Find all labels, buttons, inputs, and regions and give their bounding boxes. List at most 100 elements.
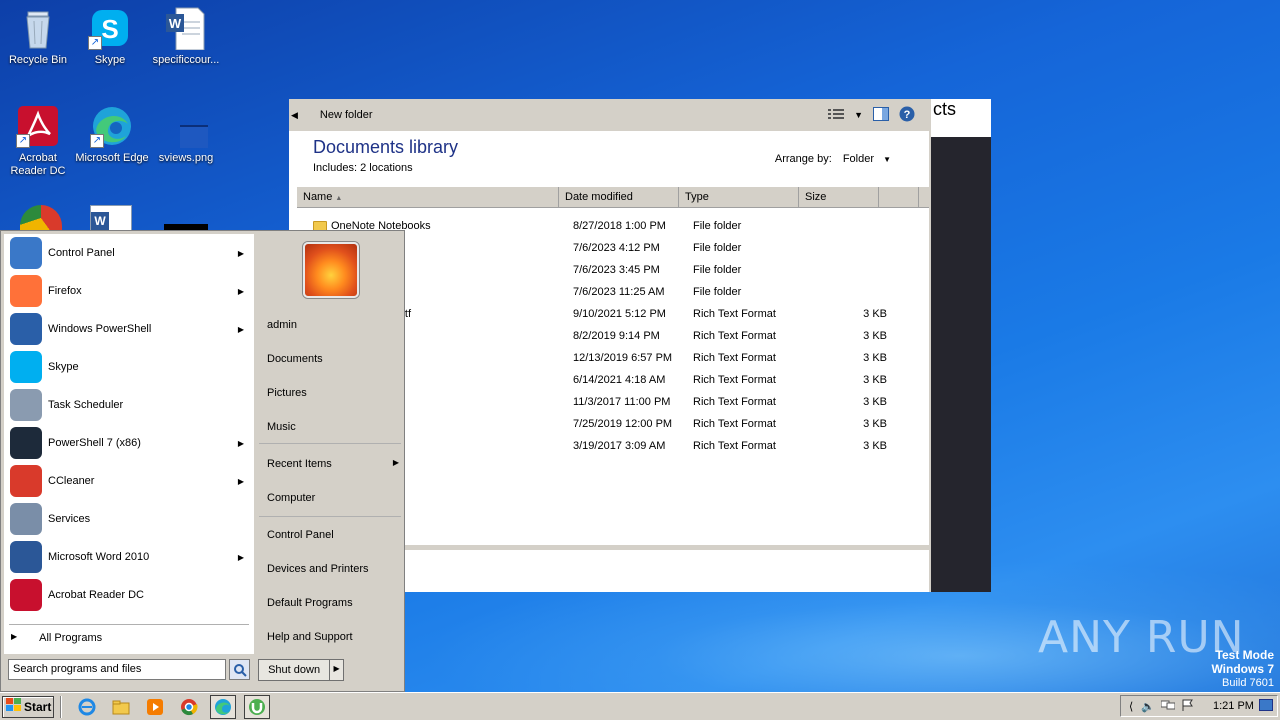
start-right-help[interactable]: Help and Support bbox=[267, 631, 353, 643]
start-program-item[interactable]: Services bbox=[4, 500, 254, 538]
chrome-desktop-icon[interactable] bbox=[20, 205, 62, 231]
column-header-type[interactable]: Type bbox=[679, 187, 799, 207]
edge-icon[interactable] bbox=[210, 694, 236, 719]
file-date: 7/6/2023 3:45 PM bbox=[573, 264, 660, 276]
submenu-arrow-icon: ▶ bbox=[237, 552, 244, 562]
column-header-date[interactable]: Date modified bbox=[559, 187, 679, 207]
show-desktop-icon[interactable] bbox=[1259, 698, 1273, 714]
desktop-icon-label: Skype bbox=[94, 54, 126, 66]
column-header-name[interactable]: Name ▲ bbox=[297, 187, 559, 207]
file-type: Rich Text Format bbox=[693, 352, 776, 364]
toolbar-overflow-arrow-icon[interactable]: ◀ bbox=[291, 110, 298, 121]
shutdown-label[interactable]: Shut down bbox=[259, 660, 331, 680]
start-search-input[interactable]: Search programs and files bbox=[8, 659, 226, 680]
file-size: 3 KB bbox=[863, 330, 887, 342]
start-right-computer[interactable]: Computer bbox=[267, 492, 315, 504]
desktop-icon-skype[interactable]: S ↗ Skype bbox=[72, 6, 148, 67]
start-program-item[interactable]: PowerShell 7 (x86) ▶ bbox=[4, 424, 254, 462]
desktop-icon-label: sviews.png bbox=[158, 152, 214, 164]
gear-icon bbox=[10, 503, 42, 535]
start-program-label: Windows PowerShell bbox=[48, 323, 152, 335]
start-right-devices[interactable]: Devices and Printers bbox=[267, 563, 369, 575]
chrome-icon[interactable] bbox=[176, 695, 202, 719]
volume-icon[interactable]: 🔈 bbox=[1141, 700, 1155, 713]
svg-text:W: W bbox=[169, 16, 182, 31]
column-header-size[interactable]: Size bbox=[799, 187, 879, 207]
start-program-item[interactable]: Firefox ▶ bbox=[4, 272, 254, 310]
start-right-control-panel[interactable]: Control Panel bbox=[267, 529, 334, 541]
skype-icon bbox=[10, 351, 42, 383]
svg-text:?: ? bbox=[904, 109, 911, 121]
desktop-icon-image-file[interactable]: sviews.png bbox=[148, 104, 226, 165]
view-dropdown-arrow-icon[interactable]: ▼ bbox=[854, 110, 863, 120]
desktop-icon-recycle-bin[interactable]: Recycle Bin bbox=[0, 6, 76, 67]
utorrent-icon[interactable] bbox=[244, 694, 270, 719]
library-includes-link[interactable]: Includes: 2 locations bbox=[313, 162, 458, 174]
start-program-label: Microsoft Word 2010 bbox=[48, 551, 150, 563]
watermark-line1: Test Mode bbox=[1215, 648, 1274, 662]
file-type: File folder bbox=[693, 264, 742, 276]
library-title: Documents library bbox=[313, 137, 459, 157]
system-tray: ⟨ 🔈 1:21 PM bbox=[1120, 695, 1278, 717]
preview-pane-icon[interactable] bbox=[873, 106, 889, 124]
media-player-icon[interactable] bbox=[142, 695, 168, 719]
start-right-pictures[interactable]: Pictures bbox=[267, 387, 307, 399]
word-icon: W bbox=[91, 212, 109, 230]
start-button[interactable]: Start bbox=[2, 695, 54, 718]
word-desktop-icon[interactable]: W bbox=[90, 205, 132, 231]
file-type: File folder bbox=[693, 286, 742, 298]
help-icon[interactable]: ? bbox=[899, 106, 915, 125]
explorer-icon[interactable] bbox=[108, 695, 134, 719]
start-program-item[interactable]: CCleaner ▶ bbox=[4, 462, 254, 500]
library-header: Documents library Includes: 2 locations bbox=[313, 137, 458, 174]
start-program-item[interactable]: Task Scheduler bbox=[4, 386, 254, 424]
arrange-by-dropdown[interactable]: Folder bbox=[843, 153, 874, 165]
start-right-recent-items[interactable]: Recent Items ▶ bbox=[267, 458, 399, 470]
desktop-icon-edge[interactable]: ↗ Microsoft Edge bbox=[74, 104, 150, 165]
file-size: 3 KB bbox=[863, 352, 887, 364]
action-center-flag-icon[interactable] bbox=[1181, 699, 1193, 714]
details-pane-divider[interactable] bbox=[405, 545, 929, 550]
clock[interactable]: 1:21 PM bbox=[1213, 700, 1254, 712]
search-icon[interactable] bbox=[229, 659, 250, 680]
network-icon[interactable] bbox=[1160, 699, 1176, 714]
all-programs-button[interactable]: ▶ All Programs bbox=[11, 632, 102, 644]
file-size: 3 KB bbox=[863, 308, 887, 320]
file-date: 7/6/2023 4:12 PM bbox=[573, 242, 660, 254]
file-size: 3 KB bbox=[863, 396, 887, 408]
start-program-item[interactable]: Microsoft Word 2010 ▶ bbox=[4, 538, 254, 576]
start-right-documents[interactable]: Documents bbox=[267, 353, 323, 365]
desktop-icon-word-doc[interactable]: W specificcour... bbox=[148, 6, 224, 67]
start-right-default-programs[interactable]: Default Programs bbox=[267, 597, 353, 609]
start-program-item[interactable]: Acrobat Reader DC bbox=[4, 576, 254, 614]
submenu-arrow-icon: ▶ bbox=[237, 476, 244, 486]
file-type: Rich Text Format bbox=[693, 440, 776, 452]
sort-arrow-icon: ▲ bbox=[335, 195, 343, 202]
new-folder-button[interactable]: New folder bbox=[314, 109, 379, 121]
start-program-item[interactable]: Control Panel ▶ bbox=[4, 234, 254, 272]
file-size: 3 KB bbox=[863, 374, 887, 386]
clock-icon bbox=[10, 389, 42, 421]
start-program-item[interactable]: Skype bbox=[4, 348, 254, 386]
shutdown-options-arrow-icon[interactable]: ▶ bbox=[330, 660, 343, 680]
user-avatar[interactable] bbox=[303, 242, 359, 298]
word-doc-icon: W bbox=[164, 6, 208, 51]
tray-expand-icon[interactable]: ⟨ bbox=[1129, 700, 1133, 713]
chevron-down-icon[interactable]: ▼ bbox=[883, 155, 891, 164]
powershell7-icon bbox=[10, 427, 42, 459]
shutdown-button[interactable]: Shut down ▶ bbox=[258, 659, 344, 681]
start-right-music[interactable]: Music bbox=[267, 421, 296, 433]
start-program-item[interactable]: Windows PowerShell ▶ bbox=[4, 310, 254, 348]
desktop-icon-acrobat[interactable]: ↗ Acrobat Reader DC bbox=[0, 104, 76, 178]
taskbar: Start ⟨ 🔈 1:21 PM bbox=[0, 692, 1280, 720]
word-icon bbox=[10, 541, 42, 573]
shortcut-arrow-icon: ↗ bbox=[88, 36, 102, 50]
internet-explorer-icon[interactable] bbox=[74, 695, 100, 719]
start-program-label: Services bbox=[48, 513, 91, 525]
shortcut-arrow-icon: ↗ bbox=[90, 134, 104, 148]
file-type: Rich Text Format bbox=[693, 330, 776, 342]
view-options-icon[interactable] bbox=[828, 108, 845, 123]
all-programs-label: All Programs bbox=[39, 632, 103, 644]
start-menu: Control Panel ▶ Firefox ▶ Windows PowerShell… bbox=[0, 230, 405, 692]
start-right-user[interactable]: admin bbox=[267, 319, 297, 331]
